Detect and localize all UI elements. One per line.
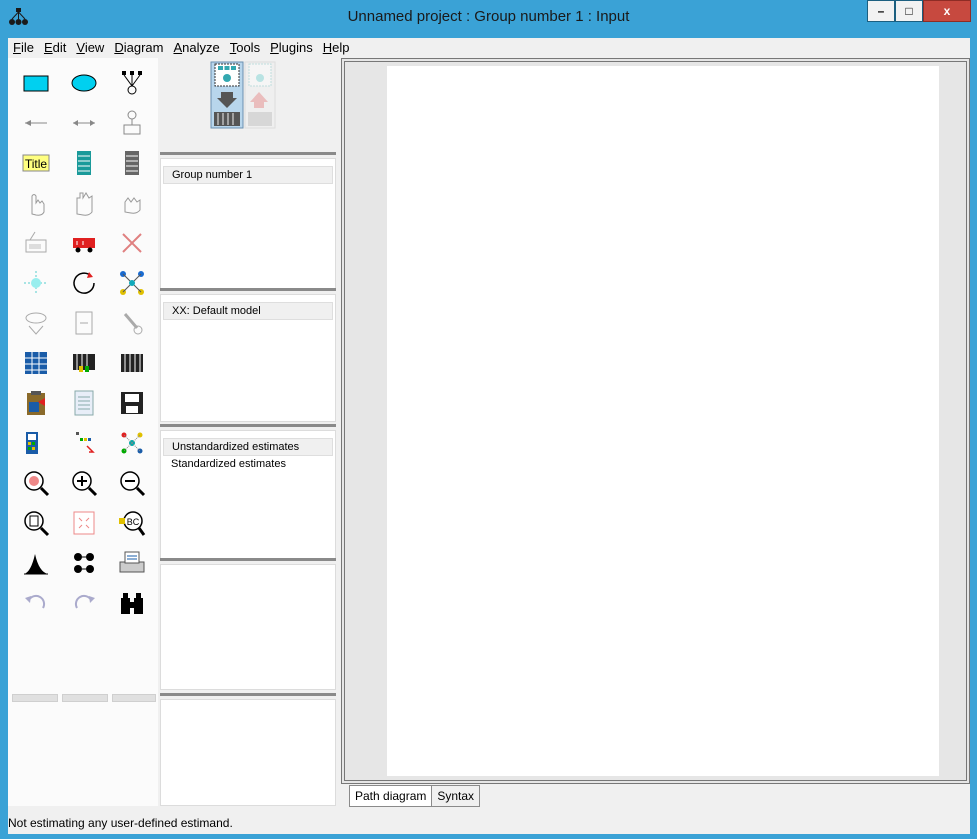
specification-search-icon[interactable] — [108, 583, 156, 623]
window-title: Unnamed project : Group number 1 : Input — [347, 8, 630, 25]
drag-properties-icon[interactable] — [60, 423, 108, 463]
double-arrow-icon[interactable] — [60, 103, 108, 143]
panel-divider[interactable] — [160, 693, 336, 696]
move-objects-icon[interactable] — [60, 223, 108, 263]
menu-file[interactable]: File — [8, 38, 39, 58]
view-output-icon[interactable] — [244, 61, 276, 129]
touch-up-icon[interactable] — [108, 303, 156, 343]
list-variables-in-model-icon[interactable] — [60, 143, 108, 183]
loupe-icon[interactable]: BC — [108, 503, 156, 543]
select-all-objects-icon[interactable] — [60, 183, 108, 223]
menu-view[interactable]: View — [71, 38, 109, 58]
save-diagram-icon[interactable] — [108, 383, 156, 423]
svg-text:Title: Title — [25, 157, 48, 171]
tab-path-diagram[interactable]: Path diagram — [349, 785, 433, 807]
model-item[interactable]: XX: Default model — [163, 302, 333, 320]
title-tool-icon[interactable]: Title — [12, 143, 60, 183]
list-variables-in-dataset-icon[interactable] — [108, 143, 156, 183]
scroll-icon[interactable] — [60, 303, 108, 343]
side-panel: Group number 1 XX: Default model Unstand… — [158, 58, 338, 806]
menu-tools[interactable]: Tools — [225, 38, 265, 58]
minimize-button[interactable]: – — [867, 0, 895, 22]
zoom-out-icon[interactable] — [108, 463, 156, 503]
reflect-indicators-icon[interactable] — [108, 263, 156, 303]
rectangle-tool-icon[interactable] — [12, 63, 60, 103]
panel-divider[interactable] — [160, 424, 336, 427]
zoom-in-icon[interactable] — [60, 463, 108, 503]
select-data-files-icon[interactable] — [12, 343, 60, 383]
print-diagram-icon[interactable] — [108, 543, 156, 583]
view-text-icon[interactable] — [60, 383, 108, 423]
erase-objects-icon[interactable] — [108, 223, 156, 263]
view-tabs: Path diagram Syntax — [349, 785, 481, 807]
view-input-icon[interactable] — [210, 61, 244, 129]
app-window: File Edit View Diagram Analyze Tools Plugins He… — [8, 38, 970, 834]
deselect-all-icon[interactable] — [108, 183, 156, 223]
calculate-estimates-icon[interactable] — [108, 343, 156, 383]
view-page-icon[interactable] — [12, 503, 60, 543]
models-panel: XX: Default model — [160, 294, 336, 422]
path-diagram-area — [341, 58, 970, 784]
files-panel — [160, 699, 336, 806]
unique-variable-icon[interactable] — [108, 103, 156, 143]
move-parameter-icon[interactable] — [12, 303, 60, 343]
group-item[interactable]: Group number 1 — [163, 166, 333, 184]
panel-divider[interactable] — [160, 558, 336, 561]
rotate-indicators-icon[interactable] — [60, 263, 108, 303]
title-bar: Unnamed project : Group number 1 : Input… — [0, 0, 977, 38]
object-properties-icon[interactable] — [12, 423, 60, 463]
ellipse-tool-icon[interactable] — [60, 63, 108, 103]
select-one-object-icon[interactable] — [12, 183, 60, 223]
panel-divider[interactable] — [160, 288, 336, 291]
analysis-properties-icon[interactable] — [60, 343, 108, 383]
toolbox: Title BC — [8, 58, 158, 806]
copy-to-clipboard-icon[interactable] — [12, 383, 60, 423]
unstandardized-estimates-item[interactable]: Unstandardized estimates — [163, 438, 333, 456]
menu-bar: File Edit View Diagram Analyze Tools Plugins He… — [8, 38, 970, 58]
status-bar: Not estimating any user-defined estimand… — [8, 813, 970, 834]
toolbox-scroll-3[interactable] — [112, 694, 156, 702]
tool-grid: Title BC — [12, 63, 156, 623]
tab-syntax[interactable]: Syntax — [432, 785, 481, 807]
svg-text:BC: BC — [127, 517, 140, 527]
duplicate-objects-icon[interactable] — [12, 223, 60, 263]
preserve-symmetries-icon[interactable] — [108, 423, 156, 463]
computation-summary-panel — [160, 564, 336, 690]
maximize-button[interactable]: □ — [895, 0, 923, 22]
standardized-estimates-item[interactable]: Standardized estimates — [161, 456, 335, 473]
undo-icon[interactable] — [12, 583, 60, 623]
diagram-mode-switch — [208, 60, 278, 132]
single-arrow-icon[interactable] — [12, 103, 60, 143]
menu-analyze[interactable]: Analyze — [168, 38, 224, 58]
menu-help[interactable]: Help — [318, 38, 355, 58]
groups-panel: Group number 1 — [160, 158, 336, 290]
fit-to-page-icon[interactable] — [60, 503, 108, 543]
drawing-page[interactable] — [387, 66, 939, 776]
indicator-variable-icon[interactable] — [108, 63, 156, 103]
multiple-group-analysis-icon[interactable] — [60, 543, 108, 583]
toolbox-scroll-2[interactable] — [62, 694, 108, 702]
redo-icon[interactable] — [60, 583, 108, 623]
estimates-panel: Unstandardized estimates Standardized es… — [160, 430, 336, 560]
menu-diagram[interactable]: Diagram — [109, 38, 168, 58]
toolbox-scroll-1[interactable] — [12, 694, 58, 702]
zoom-selected-icon[interactable] — [12, 463, 60, 503]
change-shape-icon[interactable] — [12, 263, 60, 303]
close-button[interactable]: x — [923, 0, 971, 22]
menu-plugins[interactable]: Plugins — [265, 38, 318, 58]
menu-edit[interactable]: Edit — [39, 38, 71, 58]
panel-divider[interactable] — [160, 152, 336, 155]
bayesian-estimation-icon[interactable] — [12, 543, 60, 583]
